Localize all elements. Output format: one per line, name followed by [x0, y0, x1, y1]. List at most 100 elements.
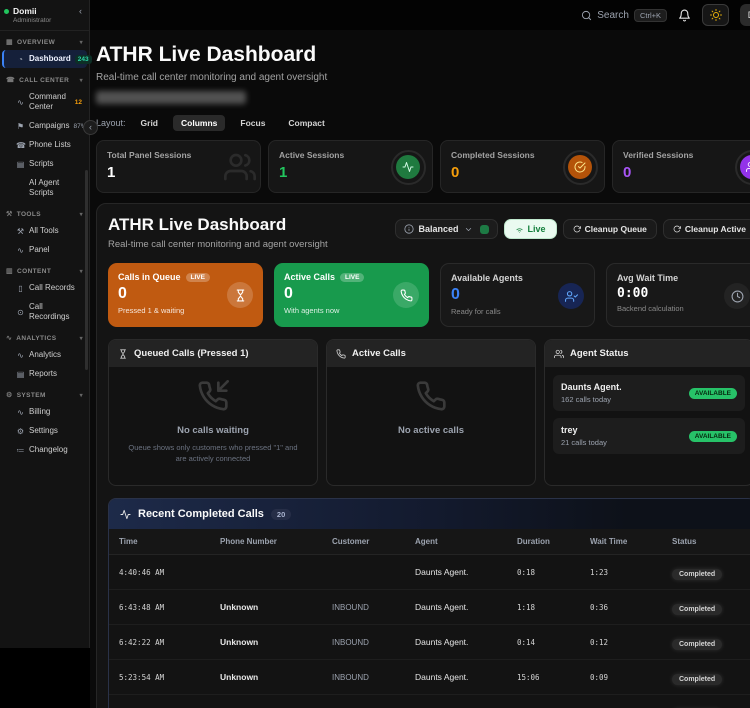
layout-option-columns[interactable]: Columns	[173, 115, 225, 131]
sidebar-item-changelog[interactable]: ≔Changelog	[2, 441, 87, 459]
page-subtitle: Real-time call center monitoring and age…	[96, 72, 750, 83]
cell-wait-time: 0:09	[590, 673, 672, 682]
item-icon: ▯	[16, 284, 25, 293]
sub-panels-row: Queued Calls (Pressed 1) No calls waitin…	[108, 339, 750, 486]
workspace-role: Administrator	[13, 17, 73, 24]
table-row: 6:43:48 AMUnknownINBOUNDDaunts Agent.1:1…	[109, 590, 750, 625]
item-icon: ∿	[16, 351, 25, 360]
sidebar-item-settings[interactable]: ⚙Settings	[2, 422, 87, 440]
layout-option-grid[interactable]: Grid	[133, 115, 166, 131]
table-body: 4:40:46 AMDaunts Agent.0:181:23Completed…	[109, 555, 750, 708]
table-column-headers: TimePhone NumberCustomerAgentDurationWai…	[109, 529, 750, 555]
item-label: All Tools	[29, 226, 59, 236]
cell-customer: INBOUND	[332, 603, 415, 612]
live-badge: LIVE	[340, 273, 364, 282]
item-label: Panel	[29, 245, 49, 255]
agent-row: Daunts Agent.162 calls todayAVAILABLE	[553, 375, 745, 411]
sidebar-item-analytics[interactable]: ∿Analytics	[2, 346, 87, 364]
cleanup-queue-button[interactable]: Cleanup Queue	[563, 219, 657, 239]
stat-card-total-panel-sessions: Total Panel Sessions1	[96, 140, 261, 193]
cell-time: 6:42:22 AM	[119, 638, 220, 647]
agent-status-badge: AVAILABLE	[689, 431, 737, 442]
item-icon: ⚙	[16, 427, 25, 436]
cell-agent: Daunts Agent.	[415, 637, 517, 647]
sidebar-item-dashboard[interactable]: ◔Dashboard243	[2, 50, 87, 68]
sidebar-item-command-center[interactable]: ∿Command Center12	[2, 88, 87, 116]
cleanup-active-button[interactable]: Cleanup Active	[663, 219, 750, 239]
sidebar-collapse-icon[interactable]: ‹	[77, 6, 84, 16]
stat-card-active-sessions: Active Sessions1	[268, 140, 433, 193]
agent-status-panel: Agent Status Daunts Agent.162 calls toda…	[544, 339, 750, 486]
sidebar-section-analytics[interactable]: ∿ANALYTICS▾	[0, 327, 89, 345]
sidebar-section-tools[interactable]: ⚒TOOLS▾	[0, 203, 89, 221]
cell-agent: Daunts Agent.	[415, 672, 517, 682]
sidebar-item-panel[interactable]: ∿Panel	[2, 241, 87, 259]
item-label: Reports	[29, 369, 57, 379]
section-label: TOOLS	[17, 211, 41, 218]
stat-value: 0	[623, 164, 750, 181]
item-label: Command Center	[29, 92, 71, 112]
column-header-customer: Customer	[332, 537, 415, 546]
status-badge: Completed	[672, 569, 722, 580]
phone-incoming-icon	[197, 380, 229, 412]
mode-selected-value: Balanced	[419, 224, 459, 234]
item-label: Scripts	[29, 159, 53, 169]
avatar[interactable]: D	[740, 4, 750, 26]
sidebar-section-content[interactable]: ▥CONTENT▾	[0, 260, 89, 278]
active-calls-panel: Active Calls No active calls	[326, 339, 536, 486]
bell-icon[interactable]	[678, 9, 691, 22]
info-icon	[404, 224, 414, 234]
activity-icon	[120, 509, 131, 520]
kpi-label: Calls in Queue	[118, 272, 181, 282]
sidebar-item-ai-agent-scripts[interactable]: AI Agent Scripts	[2, 174, 87, 202]
sidebar-item-call-records[interactable]: ▯ Call Records	[2, 279, 87, 297]
sidebar-item-call-recordings[interactable]: ⊙Call Recordings	[2, 298, 87, 326]
item-badge: 12	[75, 99, 82, 106]
chevron-down-icon	[464, 225, 473, 234]
cell-time: 5:23:54 AM	[119, 673, 220, 682]
chevron-down-icon: ▾	[80, 268, 83, 275]
cell-phone: Unknown	[220, 602, 332, 612]
search-button[interactable]: Search Ctrl+K	[581, 9, 667, 22]
sidebar-item-reports[interactable]: ▤Reports	[2, 365, 87, 383]
item-label: AI Agent Scripts	[29, 178, 82, 198]
layout-label: Layout:	[96, 118, 126, 128]
sidebar-section-call-center[interactable]: ☎CALL CENTER▾	[0, 69, 89, 87]
phone-icon	[336, 349, 346, 359]
search-shortcut-kbd: Ctrl+K	[634, 9, 667, 22]
sidebar-item-campaigns[interactable]: ⚑Campaigns87%	[2, 117, 87, 135]
item-label: Call Records	[29, 283, 75, 293]
kpi-caption: Ready for calls	[451, 307, 584, 316]
live-toggle-button[interactable]: Live	[504, 219, 557, 239]
sidebar-section-system[interactable]: ⚙SYSTEM▾	[0, 384, 89, 402]
theme-toggle-button[interactable]	[702, 4, 729, 26]
refresh-icon	[673, 225, 681, 233]
sidebar-scrollbar[interactable]	[85, 170, 88, 370]
item-icon: ⊙	[16, 308, 25, 317]
queued-empty-caption: Queue shows only customers who pressed "…	[124, 442, 303, 465]
sidebar-item-billing[interactable]: ∿Billing	[2, 403, 87, 421]
section-icon: ⚒	[6, 210, 13, 218]
recent-calls-card: Recent Completed Calls 20 TimePhone Numb…	[108, 498, 750, 708]
section-label: CALL CENTER	[19, 77, 69, 84]
chevron-down-icon: ▾	[80, 335, 83, 342]
kpi-label: Available Agents	[451, 273, 523, 283]
active-empty-title: No active calls	[327, 425, 535, 436]
sidebar-toggle-bubble[interactable]: ‹	[83, 120, 98, 135]
cell-time: 6:43:48 AM	[119, 603, 220, 612]
layout-option-compact[interactable]: Compact	[280, 115, 332, 131]
item-label: Changelog	[29, 445, 68, 455]
mode-select[interactable]: Balanced	[395, 219, 498, 239]
item-label: Campaigns	[29, 121, 69, 131]
layout-option-focus[interactable]: Focus	[232, 115, 273, 131]
sidebar-item-phone-lists[interactable]: ☎Phone Lists	[2, 136, 87, 154]
sidebar-section-overview[interactable]: ▦OVERVIEW▾	[0, 31, 89, 49]
sidebar-sections: ▦OVERVIEW▾◔Dashboard243☎CALL CENTER▾ ∿ Com…	[0, 31, 89, 459]
sidebar-item-scripts[interactable]: ▤Scripts	[2, 155, 87, 173]
section-icon: ∿	[6, 334, 12, 342]
topbar: Search Ctrl+K D	[90, 0, 750, 30]
users-icon	[224, 151, 256, 183]
queued-panel-title: Queued Calls (Pressed 1)	[134, 348, 249, 359]
sidebar-item-all-tools[interactable]: ⚒All Tools	[2, 222, 87, 240]
sidebar: Domii Administrator ‹ ▦OVERVIEW▾◔Dashboa…	[0, 0, 90, 648]
